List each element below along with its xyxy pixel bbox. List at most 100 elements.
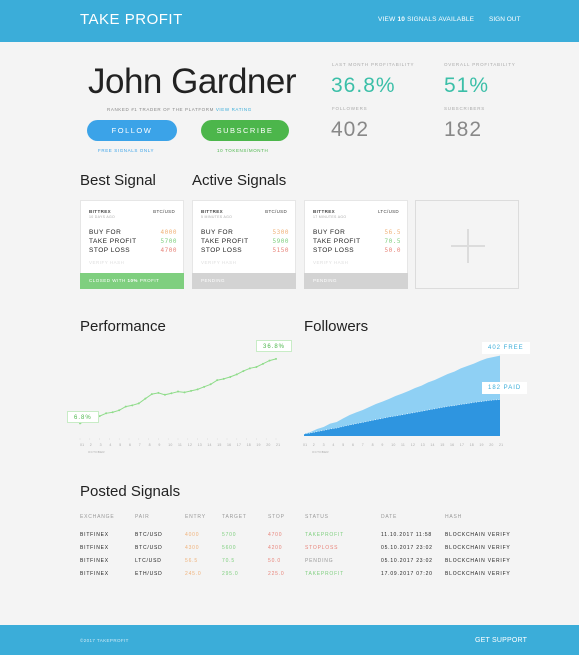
- brand-logo[interactable]: TAKE PROFIT: [80, 11, 183, 28]
- card-sl-row: STOP LOSS 50.0: [313, 247, 401, 254]
- x-tick-label: 2: [312, 443, 315, 447]
- cell-date: 05.10.2017 23:02: [381, 558, 433, 564]
- card-tp-row: TAKE PROFIT 70.5: [313, 238, 401, 245]
- x-tick-label: 16: [227, 443, 232, 447]
- x-tick-label: 9: [158, 443, 161, 447]
- col-hash: HASH: [445, 514, 463, 520]
- card-exchange: BITTREX: [201, 209, 224, 214]
- copyright: ©2017 TAKEPROFIT: [80, 638, 129, 643]
- performance-point: [235, 373, 238, 376]
- card-exchange: BITTREX: [89, 209, 112, 214]
- cell-date: 11.10.2017 11:58: [381, 532, 432, 538]
- card-buy-value: 4000: [160, 229, 177, 236]
- blockchain-verify-link[interactable]: BLOCKCHAIN VERIFY: [445, 532, 511, 538]
- x-tick-label: 19: [479, 443, 484, 447]
- page: TAKE PROFIT VIEW 10 SIGNALS AVAILABLE SI…: [0, 0, 579, 655]
- cell-date: 17.09.2017 07:20: [381, 571, 433, 577]
- sign-out-link[interactable]: SIGN OUT: [489, 16, 520, 23]
- verify-hash-link[interactable]: VERIFY HASH: [201, 260, 236, 265]
- view-rating-link[interactable]: VIEW RATING: [216, 107, 252, 112]
- cell-stop: 50.0: [268, 558, 281, 564]
- x-tick-label: 21: [499, 443, 504, 447]
- performance-point: [268, 359, 271, 362]
- followers-free-label: 402 FREE: [482, 342, 530, 354]
- x-tick-label: 12: [187, 443, 193, 447]
- performance-end-label: 36.8%: [256, 340, 293, 352]
- verify-hash-link[interactable]: VERIFY HASH: [89, 260, 124, 265]
- trader-rank: RANKED #1 TRADER OF THE PLATFORM VIEW RA…: [107, 107, 252, 112]
- add-signal-card[interactable]: [415, 200, 519, 289]
- performance-point: [170, 392, 173, 395]
- best-signal-heading: Best Signal: [80, 172, 156, 189]
- best-signal-card[interactable]: BITTREX BTC/USD 10 DAYS AGO BUY FOR 4000 …: [80, 200, 184, 289]
- cell-stop: 4700: [268, 532, 283, 538]
- view-signals-link[interactable]: VIEW 10 SIGNALS AVAILABLE: [378, 16, 474, 23]
- card-tp-value: 5700: [160, 238, 177, 245]
- cell-pair: ETH/USD: [135, 571, 163, 577]
- overall-value: 51%: [444, 74, 490, 97]
- card-sl-value: 5150: [272, 247, 289, 254]
- cell-entry: 245.0: [185, 571, 202, 577]
- card-buy-label: BUY FOR: [313, 229, 346, 236]
- performance-point: [111, 411, 114, 414]
- cell-status: TAKEPROFIT: [305, 571, 345, 577]
- cell-stop: 225.0: [268, 571, 285, 577]
- x-tick-label: 15: [217, 443, 222, 447]
- get-support-link[interactable]: GET SUPPORT: [475, 637, 527, 644]
- performance-point: [157, 391, 160, 394]
- x-tick-label: 5: [342, 443, 345, 447]
- x-tick-label: 6: [352, 443, 355, 447]
- performance-point: [124, 405, 127, 408]
- card-buy-value: 56.5: [384, 229, 401, 236]
- x-tick-label: 13: [420, 443, 425, 447]
- performance-point: [275, 357, 277, 360]
- x-tick-label: 7: [138, 443, 141, 447]
- verify-hash-link[interactable]: VERIFY HASH: [313, 260, 348, 265]
- card-tp-row: TAKE PROFIT 5700: [89, 238, 177, 245]
- plus-icon-vertical: [467, 229, 469, 263]
- active-signals-heading: Active Signals: [192, 172, 287, 189]
- status-text: CLOSED WITH: [89, 278, 126, 283]
- card-sl-label: STOP LOSS: [201, 247, 243, 254]
- x-tick-label: 21: [276, 443, 281, 447]
- performance-chart: [79, 357, 277, 440]
- subscribers-value: 182: [444, 118, 483, 141]
- card-pair: LTC/USD: [377, 209, 399, 214]
- footer: ©2017 TAKEPROFIT GET SUPPORT: [0, 625, 579, 655]
- followers-paid-label: 182 PAID: [482, 382, 528, 394]
- blockchain-verify-link[interactable]: BLOCKCHAIN VERIFY: [445, 545, 511, 551]
- performance-point: [203, 385, 206, 388]
- x-tick-label: 11: [178, 443, 183, 447]
- card-buy-row: BUY FOR 4000: [89, 229, 177, 236]
- performance-point: [177, 390, 179, 393]
- last-month-value: 36.8%: [331, 74, 396, 97]
- cell-pair: BTC/USD: [135, 545, 163, 551]
- view-signals-suffix: SIGNALS AVAILABLE: [407, 16, 475, 23]
- subscribers-label: SUBSCRIBERS: [444, 106, 486, 111]
- blockchain-verify-link[interactable]: BLOCKCHAIN VERIFY: [445, 571, 511, 577]
- card-sl-label: STOP LOSS: [89, 247, 131, 254]
- active-signal-card[interactable]: BITTREX LTC/USD 17 MINUTES AGO BUY FOR 56…: [304, 200, 408, 289]
- x-tick-label: 16: [450, 443, 455, 447]
- x-tick-label: 9: [381, 443, 384, 447]
- performance-points: [79, 357, 277, 425]
- cell-exchange: BITFINEX: [80, 532, 109, 538]
- card-tp-row: TAKE PROFIT 5900: [201, 238, 289, 245]
- x-tick-label: 17: [459, 443, 465, 447]
- cell-stop: 4200: [268, 545, 283, 551]
- performance-point: [248, 367, 251, 370]
- performance-point: [222, 377, 225, 380]
- x-tick-label: 5: [119, 443, 122, 447]
- active-signal-card[interactable]: BITTREX BTC/USD 5 MINUTES AGO BUY FOR 530…: [192, 200, 296, 289]
- blockchain-verify-link[interactable]: BLOCKCHAIN VERIFY: [445, 558, 511, 564]
- col-exchange: EXCHANGE: [80, 514, 115, 520]
- follow-button[interactable]: FOLLOW: [87, 120, 177, 141]
- col-date: DATE: [381, 514, 398, 520]
- card-buy-label: BUY FOR: [89, 229, 122, 236]
- card-sl-value: 50.0: [384, 247, 401, 254]
- col-status: STATUS: [305, 514, 329, 520]
- cell-status: PENDING: [305, 558, 334, 564]
- followers-month: OCTOBER: [312, 450, 329, 454]
- subscribe-button[interactable]: SUBSCRIBE: [201, 120, 289, 141]
- performance-point: [190, 389, 193, 392]
